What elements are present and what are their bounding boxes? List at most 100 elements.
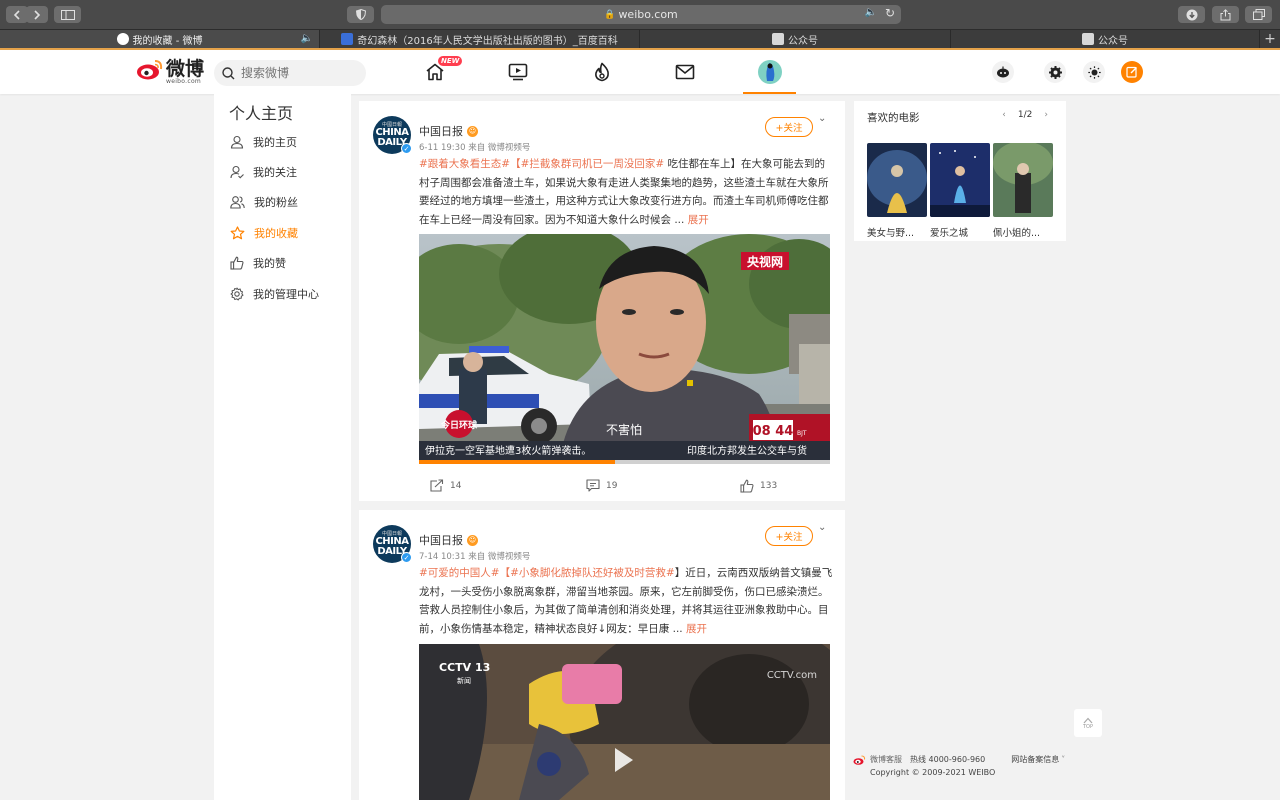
movie-poster (993, 141, 1053, 217)
movie-item[interactable]: 美女与野... (867, 143, 927, 239)
tab-baike[interactable]: 奇幻森林（2016年人民文学出版社出版的图书）_百度百科 (320, 30, 640, 48)
feed-post: 中國日報 CHINA DAILY ✓ 中国日报 ☺ 6-11 19:30 来自 … (359, 101, 845, 501)
post-meta: 7-14 10:31 来自 微博视频号 (419, 552, 531, 562)
wechat-favicon (772, 33, 784, 45)
wechat-favicon (1082, 33, 1094, 45)
post-menu-chevron-icon[interactable]: ⌄ (818, 113, 826, 124)
author-avatar[interactable]: 中國日報 CHINA DAILY ✓ (373, 116, 412, 154)
thumbs-up-icon (230, 256, 244, 270)
ai-assistant-button[interactable] (992, 61, 1014, 83)
sidebar-item-fans[interactable]: 我的粉丝 (230, 192, 298, 212)
video-progress-fill (419, 460, 615, 464)
nav-home[interactable]: NEW (420, 56, 463, 85)
comment-icon (586, 479, 600, 492)
author-avatar[interactable]: 中國日報 CHINA DAILY ✓ (373, 525, 412, 563)
audio-icon[interactable]: 🔈 (865, 7, 877, 18)
news-ticker-right: 印度北方邦发生公交车与货 (687, 444, 807, 457)
footer-icp-link[interactable]: 网站备案信息 (1011, 754, 1059, 765)
compose-button[interactable] (1121, 61, 1143, 83)
movie-title: 爱乐之城 (930, 228, 969, 239)
author-name-text: 中国日报 (419, 534, 463, 547)
author-name[interactable]: 中国日报 ☺ (419, 532, 478, 548)
video-player[interactable]: CCTV 13 新闻 CCTV.com (419, 644, 830, 800)
channel-logo: 央视网 (747, 254, 783, 269)
like-count: 133 (760, 481, 778, 491)
chevron-down-icon: ˅ (1061, 755, 1066, 764)
like-button[interactable]: 133 (740, 479, 777, 493)
expand-link[interactable]: 展开 (686, 623, 707, 635)
footer-service-link[interactable]: 微博客服 (870, 754, 902, 765)
thumbs-up-icon (740, 479, 754, 493)
site-footer: 微博客服 热线 4000-960-960 网站备案信息 ˅ Copyright … (853, 753, 1073, 779)
post-text: #可爱的中国人#【#小象脚化脓掉队还好被及时营救#】近日，云南西双版纳普文镇曼飞… (419, 564, 834, 638)
lock-icon: 🔒 (604, 9, 616, 20)
speaker-icon[interactable]: 🔈 (301, 33, 313, 44)
sidebar-icon (60, 9, 75, 20)
movie-item[interactable]: 佩小姐的... (993, 141, 1053, 239)
repost-icon (430, 479, 444, 492)
weibo-logo-icon (853, 755, 866, 765)
tab-gongzhonghao-1[interactable]: 公众号 (640, 30, 951, 48)
sidebar-toggle-button[interactable] (54, 6, 81, 23)
search-box[interactable] (214, 60, 366, 86)
tab-weibo-favorites[interactable]: 我的收藏 - 微博 🔈 (0, 30, 320, 48)
nav-profile[interactable] (755, 59, 785, 85)
sidebar-item-my-home[interactable]: 我的主页 (230, 132, 297, 152)
comment-button[interactable]: 19 (586, 479, 617, 492)
video-player[interactable]: 央视网 08 44 BJT 今日环球 不害怕 伊拉克一空军基地遭3枚火箭弹袭击。… (419, 234, 830, 464)
author-name[interactable]: 中国日报 ☺ (419, 123, 478, 139)
hashtag-link[interactable]: 【#小象脚化脓掉队还好被及时营救# (500, 567, 675, 579)
hashtag-link[interactable]: 【#拦截象群司机已一周没回家# (510, 158, 664, 170)
share-button[interactable] (1212, 6, 1239, 23)
prev-page-chevron-left-icon[interactable]: ‹ (1002, 110, 1006, 120)
sidebar-item-label: 我的管理中心 (253, 288, 319, 301)
feed-post: 中國日報 CHINA DAILY ✓ 中国日报 ☺ 7-14 10:31 来自 … (359, 510, 845, 800)
nav-hot[interactable] (587, 59, 617, 85)
tab-gongzhonghao-2[interactable]: 公众号 (951, 30, 1260, 48)
sidebar-item-following[interactable]: 我的关注 (230, 162, 297, 182)
channel-logo: CCTV 13 (439, 661, 490, 674)
hashtag-link[interactable]: #跟着大象看生态# (419, 158, 510, 170)
weibo-logo[interactable]: 微博 weibo.com (136, 58, 204, 85)
address-bar[interactable]: 🔒 weibo.com 🔈 ↻ (381, 5, 901, 24)
next-page-chevron-right-icon[interactable]: › (1044, 110, 1048, 120)
privacy-report-button[interactable] (347, 6, 374, 23)
sidebar-item-likes[interactable]: 我的赞 (230, 253, 286, 273)
forward-button[interactable] (26, 6, 48, 23)
expand-link[interactable]: 展开 (688, 214, 709, 226)
new-tab-button[interactable]: + (1260, 30, 1280, 48)
movie-item[interactable]: 爱乐之城 (930, 143, 990, 239)
follow-button[interactable]: +关注 (765, 117, 813, 137)
video-subtitle: 不害怕 (606, 422, 642, 437)
nav-video[interactable] (503, 59, 533, 85)
sun-icon (1087, 65, 1101, 79)
chevron-left-icon (13, 9, 20, 20)
back-button[interactable] (6, 6, 28, 23)
hashtag-link[interactable]: #可爱的中国人# (419, 567, 500, 579)
edit-icon (1126, 66, 1137, 78)
tab-strip: 我的收藏 - 微博 🔈 奇幻森林（2016年人民文学出版社出版的图书）_百度百科… (0, 29, 1280, 48)
user-avatar-icon (758, 60, 782, 84)
theme-toggle-button[interactable] (1083, 61, 1105, 83)
movie-poster (867, 143, 927, 217)
downloads-button[interactable] (1178, 6, 1205, 23)
settings-button[interactable] (1044, 61, 1066, 83)
follow-button[interactable]: +关注 (765, 526, 813, 546)
news-ticker-left: 伊拉克一空军基地遭3枚火箭弹袭击。 (425, 444, 591, 457)
tab-overview-button[interactable] (1245, 6, 1272, 23)
post-text: #跟着大象看生态#【#拦截象群司机已一周没回家# 吃住都在车上】在大象可能去到的… (419, 155, 834, 229)
repost-button[interactable]: 14 (430, 479, 461, 492)
back-to-top-button[interactable]: TOP (1074, 709, 1102, 737)
tabs-icon (1252, 9, 1265, 20)
author-name-text: 中国日报 (419, 125, 463, 138)
sidebar-item-management[interactable]: 我的管理中心 (230, 284, 319, 304)
sidebar-item-label: 我的主页 (253, 136, 297, 149)
post-menu-chevron-icon[interactable]: ⌄ (818, 522, 826, 533)
sidebar-item-favorites[interactable]: 我的收藏 (230, 223, 298, 243)
reload-icon[interactable]: ↻ (885, 6, 895, 20)
verified-badge-icon: ✓ (401, 552, 412, 563)
nav-messages[interactable] (670, 59, 700, 85)
video-icon (508, 63, 528, 81)
search-input[interactable] (241, 66, 351, 80)
sidebar-item-label: 我的粉丝 (254, 196, 298, 209)
